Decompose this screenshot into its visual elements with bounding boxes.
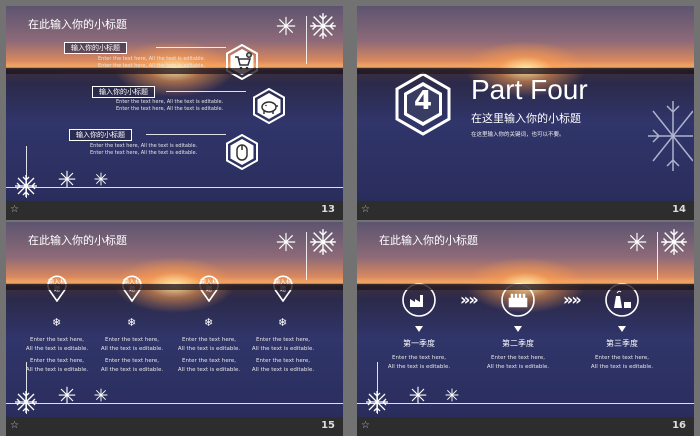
frame-line (6, 403, 343, 404)
item-label: 输入你的小标题 (92, 86, 155, 98)
snowflake-icon (310, 229, 336, 255)
snowflake-icon: ❄ (204, 316, 214, 329)
slide-thumbnail-14[interactable]: 4 Part Four 在这里输入你的小标题 在这里输入你的关键词，也可以不要。… (357, 6, 694, 220)
triangle-down-icon (618, 326, 626, 332)
slide-footer: ☆ 15 (6, 417, 343, 436)
piggy-bank-icon (253, 88, 285, 124)
snowflake-icon (409, 386, 427, 404)
frame-line (6, 187, 343, 188)
slide-title: 在此输入你的小标题 (28, 18, 127, 31)
factory-icon (501, 283, 535, 317)
connector-line (166, 91, 246, 92)
snowflake-icon (276, 232, 296, 252)
chevron-right-icon: »» (563, 290, 582, 309)
star-icon[interactable]: ☆ (10, 204, 19, 215)
slide-thumbnail-13[interactable]: 在此输入你的小标题 输入你的小标题 Enter the text here, A… (6, 6, 343, 220)
frame-line (306, 16, 307, 64)
pin-label: 输入标题 (47, 279, 66, 293)
triangle-down-icon (415, 326, 423, 332)
text-column: Enter the text here, All the text is edit… (486, 355, 550, 370)
snowflake-icon: ❄ (127, 316, 137, 329)
slide-number: 13 (321, 204, 335, 215)
season-label: 第二季度 (502, 339, 534, 348)
snowflake-icon: ❄ (278, 316, 288, 329)
season-label: 第三季度 (606, 339, 638, 348)
snowflake-icon (15, 175, 37, 197)
part-subheading: 在这里输入你的小标题 (471, 112, 581, 125)
pin-label: 输入标题 (273, 279, 292, 293)
snowflake-icon (648, 101, 693, 171)
connector-line (156, 47, 226, 48)
item-text: Enter the text here, All the text is edi… (116, 99, 224, 112)
snowflake-icon (366, 391, 388, 413)
part-caption: 在这里输入你的关键词，也可以不要。 (471, 132, 565, 138)
snowflake-icon (627, 232, 647, 252)
item-text: Enter the text here, All the text is edi… (98, 56, 206, 69)
slide-thumbnail-15[interactable]: 在此输入你的小标题 输入标题 输入标题 输入标题 输入标题 ❄ ❄ ❄ ❄ En… (6, 222, 343, 436)
text-column: Enter the text here, All the text is edit… (251, 337, 315, 373)
slide-number: 16 (672, 420, 686, 431)
text-column: Enter the text here, All the text is edit… (387, 355, 451, 370)
slide-footer: ☆ 16 (357, 417, 694, 436)
slide-canvas: 在此输入你的小标题 »» »» 第一季度 第二季度 第三季度 Enter the… (357, 222, 694, 417)
part-number: 4 (413, 86, 433, 116)
frame-line (657, 232, 658, 280)
factory-icon (402, 283, 436, 317)
frame-line (306, 232, 307, 280)
season-label: 第一季度 (403, 339, 435, 348)
slide-number: 15 (321, 420, 335, 431)
mouse-icon (226, 134, 258, 170)
star-icon[interactable]: ☆ (10, 420, 19, 431)
snowflake-icon (58, 170, 76, 188)
slide-footer: ☆ 14 (357, 201, 694, 220)
item-label: 输入你的小标题 (69, 129, 132, 141)
slide-title: 在此输入你的小标题 (379, 234, 478, 247)
star-icon[interactable]: ☆ (361, 420, 370, 431)
slide-footer: ☆ 13 (6, 201, 343, 220)
item-label: 输入你的小标题 (64, 42, 127, 54)
pin-label: 输入标题 (122, 279, 141, 293)
snowflake-icon (94, 172, 108, 186)
snowflake-icon (661, 229, 687, 255)
snowflake-icon (58, 386, 76, 404)
slide-number: 14 (672, 204, 686, 215)
snowflake-icon (445, 388, 459, 402)
item-text: Enter the text here, All the text is edi… (90, 143, 198, 156)
triangle-down-icon (514, 326, 522, 332)
snowflake-icon (15, 391, 37, 413)
power-plant-icon (605, 283, 639, 317)
snowflake-icon (276, 16, 296, 36)
shopping-cart-icon (226, 44, 258, 80)
slide-thumbnail-16[interactable]: 在此输入你的小标题 »» »» 第一季度 第二季度 第三季度 Enter the… (357, 222, 694, 436)
slide-canvas: 在此输入你的小标题 输入标题 输入标题 输入标题 输入标题 ❄ ❄ ❄ ❄ En… (6, 222, 343, 417)
chevron-right-icon: »» (460, 290, 479, 309)
star-icon[interactable]: ☆ (361, 204, 370, 215)
text-column: Enter the text here, All the text is edit… (25, 337, 89, 373)
text-column: Enter the text here, All the text is edit… (100, 337, 164, 373)
part-heading: Part Four (471, 74, 588, 105)
slide-canvas: 在此输入你的小标题 输入你的小标题 Enter the text here, A… (6, 6, 343, 201)
text-column: Enter the text here, All the text is edit… (590, 355, 654, 370)
slide-canvas: 4 Part Four 在这里输入你的小标题 在这里输入你的关键词，也可以不要。 (357, 6, 694, 201)
text-column: Enter the text here, All the text is edit… (177, 337, 241, 373)
frame-line (357, 403, 694, 404)
slide-title: 在此输入你的小标题 (28, 234, 127, 247)
pin-label: 输入标题 (199, 279, 218, 293)
snowflake-icon (94, 388, 108, 402)
snowflake-icon: ❄ (52, 316, 62, 329)
connector-line (146, 134, 226, 135)
snowflake-icon (310, 13, 336, 39)
